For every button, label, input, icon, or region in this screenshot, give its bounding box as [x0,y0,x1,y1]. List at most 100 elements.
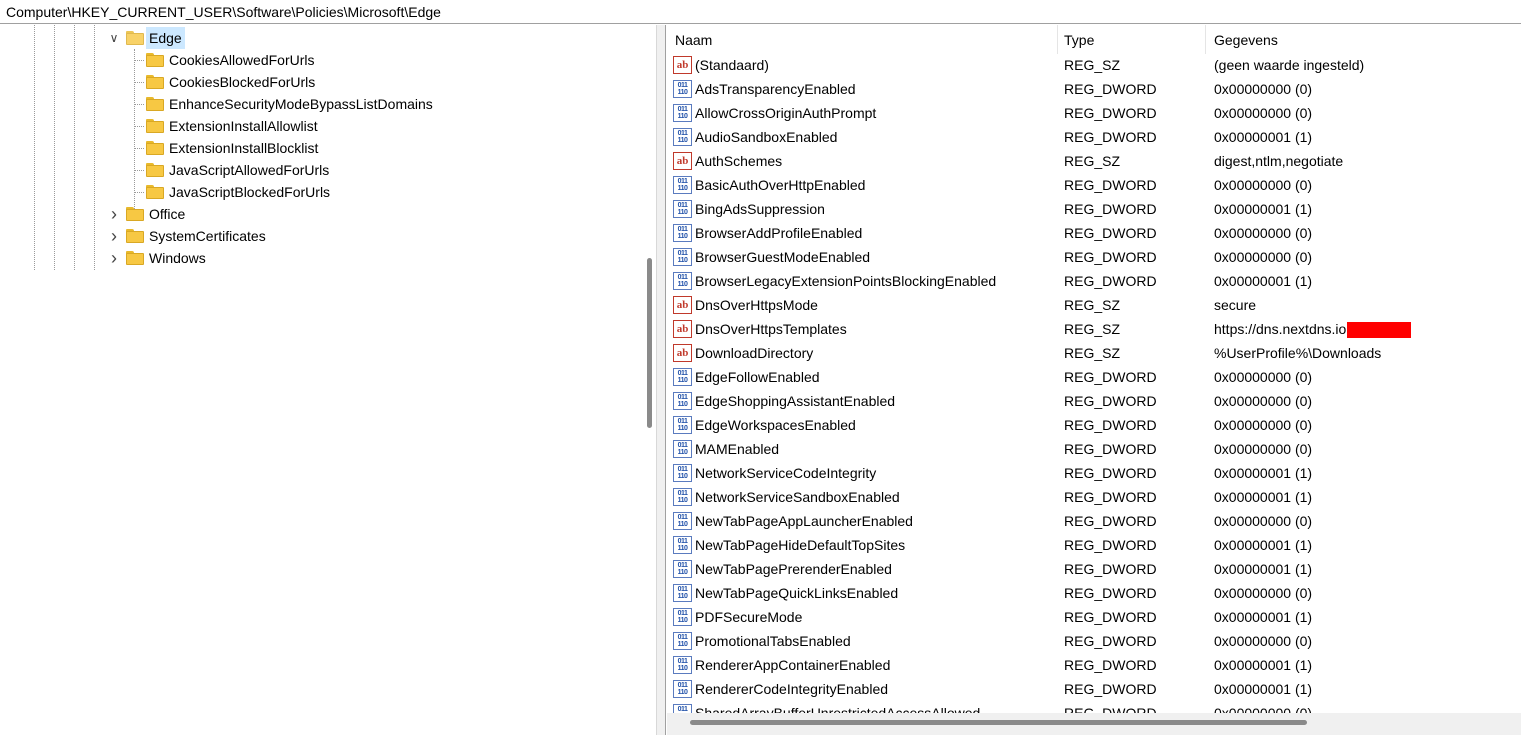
table-row[interactable]: 011 110 RendererAppContainerEnabled REG_DWO… [667,653,1521,677]
tree-item[interactable]: ∨ Edge [0,27,639,49]
tree-item[interactable]: CookiesAllowedForUrls [0,49,639,71]
value-data-text: (geen waarde ingesteld) [1214,57,1365,73]
tree-item-label[interactable]: EnhanceSecurityModeBypassListDomains [169,93,433,115]
table-row[interactable]: 011 110 RendererCodeIntegrityEnabled REG_DW… [667,677,1521,701]
address-path[interactable]: Computer\HKEY_CURRENT_USER\Software\Poli… [6,4,441,20]
tree-item[interactable]: JavaScriptBlockedForUrls [0,181,639,203]
tree-item[interactable]: JavaScriptAllowedForUrls [0,159,639,181]
value-name[interactable]: NewTabPageQuickLinksEnabled [695,581,898,605]
value-type: REG_DWORD [1064,225,1157,241]
value-name[interactable]: BrowserGuestModeEnabled [695,245,870,269]
value-name[interactable]: DownloadDirectory [695,341,813,365]
value-name[interactable]: MAMEnabled [695,437,779,461]
value-name[interactable]: (Standaard) [695,53,769,77]
tree-item-label[interactable]: JavaScriptAllowedForUrls [169,159,329,181]
key-tree-pane[interactable]: ∨ Edge CookiesAllowedForUrls CookiesBlocked… [0,25,655,735]
tree-item-label[interactable]: CookiesAllowedForUrls [169,49,315,71]
chevron-down-icon[interactable]: ∨ [106,27,122,49]
table-row[interactable]: 011 110 BingAdsSuppression REG_DWORD 0x00000… [667,197,1521,221]
table-row[interactable]: ab DownloadDirectory REG_SZ %UserProfile%\D… [667,341,1521,365]
table-row[interactable]: 011 110 NetworkServiceCodeIntegrity REG_DWO… [667,461,1521,485]
chevron-right-icon[interactable]: › [106,203,122,225]
table-row[interactable]: 011 110 EdgeWorkspacesEnabled REG_DWORD 0x00… [667,413,1521,437]
value-name[interactable]: PDFSecureMode [695,605,802,629]
tree-item[interactable]: CookiesBlockedForUrls [0,71,639,93]
chevron-right-icon[interactable]: › [106,247,122,269]
value-name[interactable]: EdgeWorkspacesEnabled [695,413,856,437]
value-type: REG_DWORD [1064,81,1157,97]
table-row[interactable]: 011 110 NetworkServiceSandboxEnabled REG_DW… [667,485,1521,509]
tree-item[interactable]: ExtensionInstallBlocklist [0,137,639,159]
table-row[interactable]: 011 110 NewTabPageAppLauncherEnabled REG_DW… [667,509,1521,533]
value-name[interactable]: EdgeShoppingAssistantEnabled [695,389,895,413]
value-name[interactable]: AdsTransparencyEnabled [695,77,856,101]
value-name[interactable]: NetworkServiceSandboxEnabled [695,485,900,509]
table-row[interactable]: ab (Standaard) REG_SZ (geen waarde ingestel… [667,53,1521,77]
table-row[interactable]: 011 110 BrowserAddProfileEnabled REG_DWORD 0… [667,221,1521,245]
tree-item-label[interactable]: JavaScriptBlockedForUrls [169,181,330,203]
value-name[interactable]: BrowserLegacyExtensionPointsBlockingEnab… [695,269,996,293]
tree-item-label[interactable]: Windows [149,247,206,269]
table-row[interactable]: 011 110 EdgeShoppingAssistantEnabled REG_DW… [667,389,1521,413]
value-name[interactable]: BrowserAddProfileEnabled [695,221,862,245]
table-row[interactable]: 011 110 BrowserLegacyExtensionPointsBlocki… [667,269,1521,293]
pane-splitter[interactable] [656,25,666,735]
chevron-right-icon[interactable]: › [106,225,122,247]
table-row[interactable]: 011 110 BrowserGuestModeEnabled REG_DWORD 0x… [667,245,1521,269]
table-row[interactable]: 011 110 NewTabPagePrerenderEnabled REG_DWOR… [667,557,1521,581]
tree-scroll-thumb[interactable] [647,258,652,428]
value-data: 0x00000001 (1) [1214,605,1312,629]
value-name[interactable]: RendererAppContainerEnabled [695,653,890,677]
value-name[interactable]: NewTabPagePrerenderEnabled [695,557,892,581]
tree-item-label[interactable]: ExtensionInstallAllowlist [169,115,318,137]
value-name[interactable]: EdgeFollowEnabled [695,365,820,389]
table-row[interactable]: 011 110 AudioSandboxEnabled REG_DWORD 0x0000… [667,125,1521,149]
tree-item-label[interactable]: Office [149,203,185,225]
tree-item[interactable]: EnhanceSecurityModeBypassListDomains [0,93,639,115]
value-data: 0x00000000 (0) [1214,101,1312,125]
table-row[interactable]: 011 110 PDFSecureMode REG_DWORD 0x00000001 (… [667,605,1521,629]
tree-item-label[interactable]: CookiesBlockedForUrls [169,71,315,93]
value-name[interactable]: AudioSandboxEnabled [695,125,837,149]
table-row[interactable]: 011 110 AdsTransparencyEnabled REG_DWORD 0x0… [667,77,1521,101]
value-name[interactable]: NetworkServiceCodeIntegrity [695,461,876,485]
tree-item[interactable]: › SystemCertificates [0,225,639,247]
column-header-type[interactable]: Type [1056,25,1206,54]
table-row[interactable]: ab DnsOverHttpsMode REG_SZ secure [667,293,1521,317]
table-row[interactable]: 011 110 AllowCrossOriginAuthPrompt REG_DWOR… [667,101,1521,125]
table-row[interactable]: 011 110 NewTabPageHideDefaultTopSites REG_D… [667,533,1521,557]
list-scroll-thumb[interactable] [690,720,1307,725]
tree-item[interactable]: ExtensionInstallAllowlist [0,115,639,137]
tree-item[interactable]: › Office [0,203,639,225]
address-bar[interactable]: Computer\HKEY_CURRENT_USER\Software\Poli… [0,0,1521,24]
table-row[interactable]: ab DnsOverHttpsTemplates REG_SZ https://dns… [667,317,1521,341]
column-header-data[interactable]: Gegevens [1206,25,1521,54]
table-row[interactable]: 011 110 MAMEnabled REG_DWORD 0x00000000 (0) [667,437,1521,461]
value-type: REG_DWORD [1064,273,1157,289]
value-name[interactable]: BasicAuthOverHttpEnabled [695,173,865,197]
table-row[interactable]: 011 110 EdgeFollowEnabled REG_DWORD 0x000000… [667,365,1521,389]
table-row[interactable]: ab AuthSchemes REG_SZ digest,ntlm,negotiate [667,149,1521,173]
value-name[interactable]: PromotionalTabsEnabled [695,629,851,653]
tree-item[interactable]: › Windows [0,247,639,269]
tree-item-label[interactable]: SystemCertificates [149,225,266,247]
value-name[interactable]: AuthSchemes [695,149,782,173]
value-name[interactable]: AllowCrossOriginAuthPrompt [695,101,876,125]
binary-value-icon: 011110 [673,560,692,578]
folder-icon [146,163,164,177]
table-row[interactable]: 011 110 NewTabPageQuickLinksEnabled REG_DWO… [667,581,1521,605]
tree-item-label[interactable]: Edge [146,27,185,49]
value-name[interactable]: NewTabPageHideDefaultTopSites [695,533,905,557]
value-name[interactable]: DnsOverHttpsTemplates [695,317,847,341]
value-name[interactable]: NewTabPageAppLauncherEnabled [695,509,913,533]
tree-item-label[interactable]: ExtensionInstallBlocklist [169,137,318,159]
value-data-text: digest,ntlm,negotiate [1214,153,1344,169]
table-row[interactable]: 011 110 BasicAuthOverHttpEnabled REG_DWORD 0… [667,173,1521,197]
value-name[interactable]: BingAdsSuppression [695,197,825,221]
value-name[interactable]: DnsOverHttpsMode [695,293,818,317]
column-header-name[interactable]: Naam [667,25,1058,54]
values-list-pane[interactable]: Naam Type Gegevens ab (Standaard) REG_SZ (g… [667,25,1521,735]
value-name[interactable]: RendererCodeIntegrityEnabled [695,677,888,701]
value-data: (geen waarde ingesteld) [1214,53,1364,77]
table-row[interactable]: 011 110 PromotionalTabsEnabled REG_DWORD 0x0… [667,629,1521,653]
